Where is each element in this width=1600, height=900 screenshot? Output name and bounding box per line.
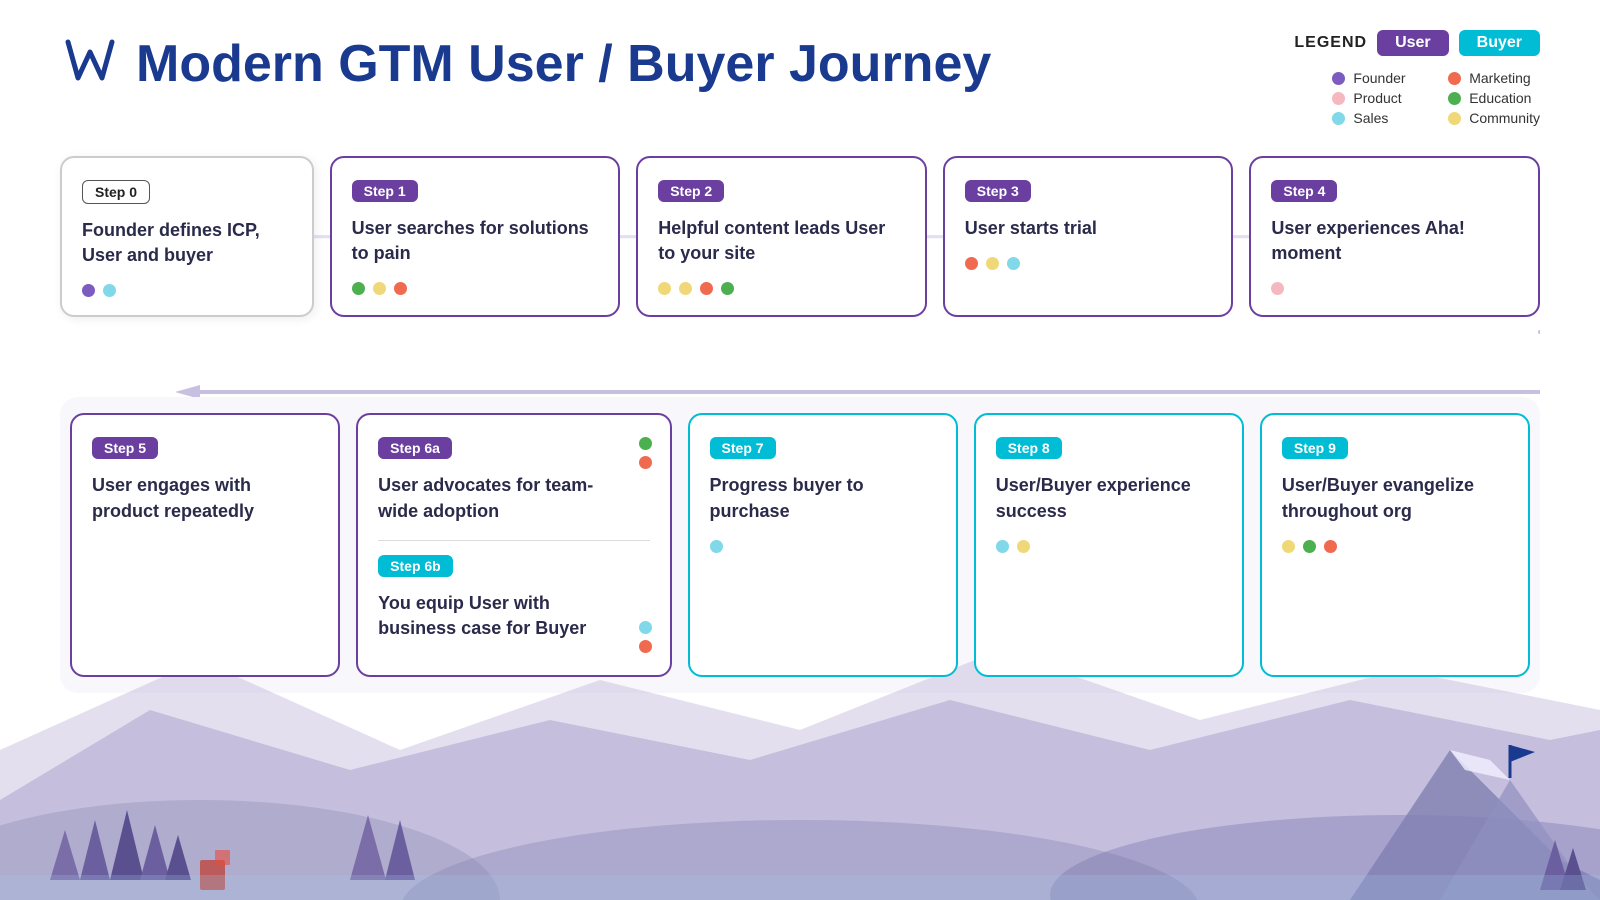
step1-dot-mkt [394, 282, 407, 295]
step2-dot1 [658, 282, 671, 295]
step2-dot2 [679, 282, 692, 295]
step-card-5: Step 5 User engages with product repeate… [70, 413, 340, 677]
step7-badge: Step 7 [710, 437, 776, 459]
legend-item-founder: Founder [1332, 70, 1424, 86]
step6b-text: You equip User with business case for Bu… [378, 591, 649, 641]
step0-dot-sales [103, 284, 116, 297]
page-title: Modern GTM User / Buyer Journey [136, 36, 991, 93]
step6a-badge: Step 6a [378, 437, 452, 459]
founder-dot [1332, 72, 1345, 85]
step9-badge: Step 9 [1282, 437, 1348, 459]
step4-dot1 [1271, 282, 1284, 295]
step2-dot3 [700, 282, 713, 295]
step2-text: Helpful content leads User to your site [658, 216, 905, 266]
legend-item-sales: Sales [1332, 110, 1424, 126]
legend-dots-grid: Founder Marketing Product Education Sale… [1332, 70, 1540, 126]
sales-dot [1332, 112, 1345, 125]
legend-item-product: Product [1332, 90, 1424, 106]
marketing-label: Marketing [1469, 70, 1530, 86]
product-label: Product [1353, 90, 1401, 106]
step0-dot-founder [82, 284, 95, 297]
step6a-dot1 [639, 437, 652, 450]
legend-title: LEGEND [1294, 34, 1367, 52]
marketing-dot [1448, 72, 1461, 85]
legend-user-badge: User [1377, 30, 1449, 56]
step0-text: Founder defines ICP, User and buyer [82, 218, 292, 268]
step2-dots [658, 282, 905, 295]
step3-dot2 [986, 257, 999, 270]
step6b-badge: Step 6b [378, 555, 453, 577]
step9-text: User/Buyer evangelize throughout org [1282, 473, 1508, 523]
step3-text: User starts trial [965, 216, 1212, 241]
step3-badge: Step 3 [965, 180, 1031, 202]
education-dot [1448, 92, 1461, 105]
step0-dots [82, 284, 292, 297]
step1-badge: Step 1 [352, 180, 418, 202]
step4-dots [1271, 282, 1518, 295]
step-card-8: Step 8 User/Buyer experience success [974, 413, 1244, 677]
legend-area: LEGEND User Buyer Founder Marketing Prod… [1294, 30, 1540, 126]
step6b-dot2 [639, 640, 652, 653]
step-card-2: Step 2 Helpful content leads User to you… [636, 156, 927, 317]
journey-row-top: Step 0 Founder defines ICP, User and buy… [60, 156, 1540, 317]
sales-label: Sales [1353, 110, 1388, 126]
step6b-dots-right [639, 621, 652, 653]
step5-badge: Step 5 [92, 437, 158, 459]
step3-dot1 [965, 257, 978, 270]
legend-item-marketing: Marketing [1448, 70, 1540, 86]
legend-title-row: LEGEND User Buyer [1294, 30, 1540, 56]
journey-row-bottom-wrapper: Step 5 User engages with product repeate… [60, 397, 1540, 693]
community-dot [1448, 112, 1461, 125]
header: Modern GTM User / Buyer Journey LEGEND U… [60, 30, 1540, 126]
founder-label: Founder [1353, 70, 1405, 86]
step-card-3: Step 3 User starts trial [943, 156, 1234, 317]
step4-text: User experiences Aha! moment [1271, 216, 1518, 266]
step8-text: User/Buyer experience success [996, 473, 1222, 523]
step6b-dot1 [639, 621, 652, 634]
step1-text: User searches for solutions to pain [352, 216, 599, 266]
product-dot [1332, 92, 1345, 105]
journey-wrapper: Step 0 Founder defines ICP, User and buy… [60, 156, 1540, 693]
step9-dot2 [1303, 540, 1316, 553]
step6-divider [378, 540, 649, 541]
step2-badge: Step 2 [658, 180, 724, 202]
education-label: Education [1469, 90, 1531, 106]
logo-icon [60, 30, 120, 99]
step0-badge: Step 0 [82, 180, 150, 204]
step-card-7: Step 7 Progress buyer to purchase [688, 413, 958, 677]
step7-text: Progress buyer to purchase [710, 473, 936, 523]
step7-dot1 [710, 540, 723, 553]
step9-dot3 [1324, 540, 1337, 553]
step1-dot-edu [352, 282, 365, 295]
legend-item-community: Community [1448, 110, 1540, 126]
step9-dot1 [1282, 540, 1295, 553]
step1-dot-comm [373, 282, 386, 295]
step6a-text: User advocates for team-wide adoption [378, 473, 649, 523]
step-card-9: Step 9 User/Buyer evangelize throughout … [1260, 413, 1530, 677]
step7-dots [710, 540, 936, 553]
step-card-6: Step 6a User advocates for team-wide ado… [356, 413, 671, 677]
legend-buyer-badge: Buyer [1459, 30, 1540, 56]
step4-badge: Step 4 [1271, 180, 1337, 202]
step8-badge: Step 8 [996, 437, 1062, 459]
row-connector [60, 327, 1540, 397]
step2-dot4 [721, 282, 734, 295]
community-label: Community [1469, 110, 1540, 126]
step3-dot3 [1007, 257, 1020, 270]
step6a-dot2 [639, 456, 652, 469]
step-card-1: Step 1 User searches for solutions to pa… [330, 156, 621, 317]
step5-text: User engages with product repeatedly [92, 473, 318, 523]
step1-dots [352, 282, 599, 295]
legend-item-education: Education [1448, 90, 1540, 106]
step3-dots [965, 257, 1212, 270]
title-area: Modern GTM User / Buyer Journey [60, 30, 991, 99]
step8-dot2 [1017, 540, 1030, 553]
step8-dot1 [996, 540, 1009, 553]
step8-dots [996, 540, 1222, 553]
step-card-0: Step 0 Founder defines ICP, User and buy… [60, 156, 314, 317]
step6a-dots-right [639, 437, 652, 469]
step9-dots [1282, 540, 1508, 553]
journey-row-bottom: Step 5 User engages with product repeate… [70, 413, 1530, 677]
step-card-4: Step 4 User experiences Aha! moment [1249, 156, 1540, 317]
